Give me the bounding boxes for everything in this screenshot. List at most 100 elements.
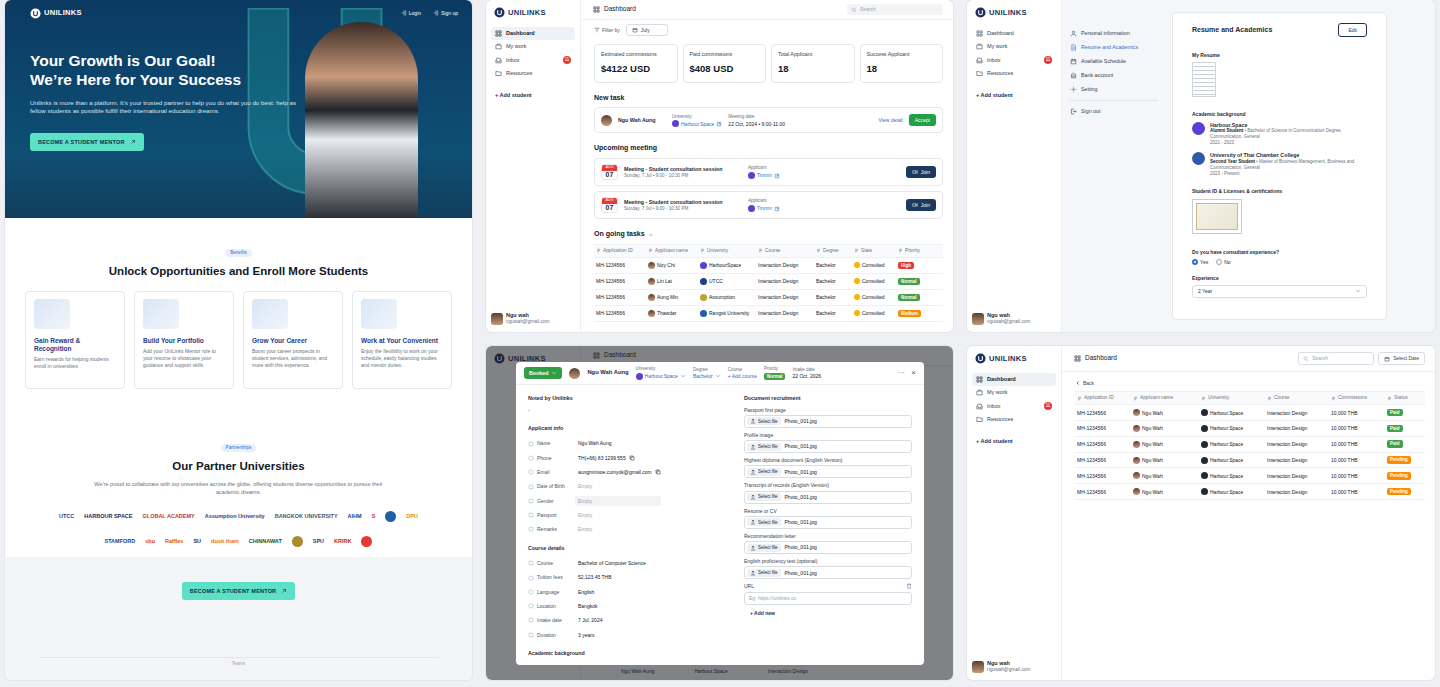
- settings-menu-item[interactable]: Resume and Academics: [1070, 41, 1158, 54]
- join-button[interactable]: Join: [906, 199, 936, 211]
- edit-button[interactable]: Edit: [1338, 23, 1367, 37]
- select-file-button[interactable]: Select file: [747, 493, 781, 501]
- logo[interactable]: UNILINKS: [30, 8, 82, 19]
- month-select[interactable]: July: [626, 24, 668, 36]
- table-row[interactable]: MH-1234566Ngu WahHarbour.SpaceInteractio…: [1075, 421, 1425, 437]
- add-student-button[interactable]: + Add student: [972, 92, 1056, 99]
- table-row[interactable]: MH-1234566Ngu WahHarbour.SpaceInteractio…: [1075, 468, 1425, 484]
- search-field[interactable]: Search: [1298, 352, 1374, 365]
- user-profile[interactable]: Ngu wahnguwah@gmail.com: [972, 660, 1056, 673]
- nav-link[interactable]: Login: [401, 10, 421, 16]
- section-heading[interactable]: On going tasks: [594, 230, 943, 239]
- info-value[interactable]: Ngu Wah Aung: [575, 438, 661, 448]
- url-input[interactable]: Eg: https://unilinks.co: [744, 592, 912, 605]
- select-file-button[interactable]: Select file: [747, 518, 781, 526]
- select-file-button[interactable]: Select file: [747, 417, 781, 425]
- info-value[interactable]: English: [575, 587, 661, 597]
- select-file-button[interactable]: Select file: [747, 569, 781, 577]
- copy-icon[interactable]: [655, 469, 661, 475]
- settings-menu-item[interactable]: Personal information: [1070, 27, 1158, 40]
- more-button[interactable]: ···: [897, 369, 904, 378]
- info-value[interactable]: Bachelor of Computer Science: [575, 558, 661, 568]
- back-button[interactable]: Back: [1075, 380, 1425, 386]
- sidebar-item[interactable]: My work: [972, 386, 1056, 399]
- sidebar-item[interactable]: Resources: [491, 67, 575, 80]
- file-input[interactable]: Select filePhoto_001.jpg: [744, 440, 912, 453]
- table-row[interactable]: MH-1234566Noy ChiHarbourSpaceInteraction…: [594, 258, 943, 274]
- logo[interactable]: UNILINKS: [972, 7, 1056, 18]
- file-input[interactable]: Select filePhoto_001.jpg: [744, 465, 912, 478]
- table-row[interactable]: MH-1234566Aung MinAssumptionInteraction …: [594, 290, 943, 306]
- info-value[interactable]: 52,123.45 THB: [575, 572, 661, 582]
- status-dropdown[interactable]: Booked: [524, 367, 562, 379]
- become-mentor-button[interactable]: BECOME A STUDENT MENTOR: [182, 582, 296, 600]
- file-input[interactable]: Select filePhoto_001.jpg: [744, 566, 912, 579]
- search-field[interactable]: Search: [847, 4, 943, 15]
- table-row[interactable]: MH-1234566Ngu WahHarbour.SpaceInteractio…: [1075, 405, 1425, 421]
- logo[interactable]: UNILINKS: [491, 7, 575, 18]
- sidebar-item[interactable]: Inbox11: [972, 399, 1056, 413]
- select-file-button[interactable]: Select file: [747, 443, 781, 451]
- radio-option[interactable]: Yes: [1192, 259, 1208, 265]
- file-input[interactable]: Select filePhoto_001.jpg: [744, 491, 912, 504]
- info-value[interactable]: aungminsoe.cumyok@gmail.com: [575, 467, 664, 477]
- sidebar-item[interactable]: Resources: [972, 413, 1056, 426]
- date-picker-button[interactable]: Select Date: [1378, 352, 1425, 364]
- select-file-button[interactable]: Select file: [747, 544, 781, 552]
- view-detail-link[interactable]: View detail: [879, 117, 903, 123]
- file-input[interactable]: Select filePhoto_001.jpg: [744, 516, 912, 529]
- sign-out-button[interactable]: Sign out: [1070, 105, 1158, 118]
- close-button[interactable]: ×: [911, 368, 916, 378]
- course-field[interactable]: Course+ Add course: [728, 367, 757, 380]
- user-profile[interactable]: Ngu wahnguwah@gmail.com: [972, 312, 1056, 325]
- nav-link[interactable]: Sign up: [433, 10, 458, 16]
- priority-field[interactable]: PriorityNormal: [764, 366, 786, 380]
- info-value[interactable]: 7 Jul, 2024: [575, 615, 661, 625]
- sidebar-item[interactable]: Dashboard: [972, 27, 1056, 40]
- info-value[interactable]: Bangkok: [575, 601, 661, 611]
- experience-select[interactable]: 2 Year: [1192, 285, 1367, 297]
- file-input[interactable]: Select filePhoto_001.jpg: [744, 415, 912, 428]
- applicant-link[interactable]: Tinnnn: [757, 172, 772, 178]
- degree-field[interactable]: DegreeBachelor: [693, 367, 721, 380]
- logo[interactable]: UNILINKS: [972, 353, 1056, 364]
- info-value[interactable]: TH(+66) 83 1299 555: [575, 453, 661, 463]
- sidebar-item[interactable]: Dashboard: [972, 373, 1056, 386]
- table-row[interactable]: MH-1234566Ngu WahHarbour.SpaceInteractio…: [1075, 453, 1425, 469]
- footer-link[interactable]: Teams: [232, 661, 245, 667]
- table-row[interactable]: MH-1234566Lin LatUTCCInteraction DesignB…: [594, 274, 943, 290]
- join-button[interactable]: Join: [906, 166, 936, 178]
- sidebar-item[interactable]: Dashboard: [491, 27, 575, 40]
- info-value[interactable]: Empty: [575, 481, 661, 491]
- copy-icon[interactable]: [629, 455, 635, 461]
- info-value[interactable]: Empty: [575, 510, 661, 520]
- resume-thumbnail[interactable]: [1192, 62, 1216, 97]
- sidebar-item[interactable]: Resources: [972, 67, 1056, 80]
- add-student-button[interactable]: + Add student: [972, 438, 1056, 445]
- settings-menu-item[interactable]: Available Schedule: [1070, 55, 1158, 68]
- sidebar-item[interactable]: My work: [491, 40, 575, 53]
- user-profile[interactable]: Ngu wahnguwah@gmail.com: [491, 312, 575, 325]
- file-input[interactable]: Select filePhoto_001.jpg: [744, 541, 912, 554]
- table-row[interactable]: MH-1234566Ngu WahHarbour.SpaceInteractio…: [1075, 437, 1425, 453]
- settings-menu-item[interactable]: Bank account: [1070, 69, 1158, 82]
- add-new-button[interactable]: + Add new: [744, 610, 912, 616]
- info-value[interactable]: 3 years: [575, 630, 661, 640]
- applicant-link[interactable]: Tinnnn: [757, 205, 772, 211]
- certificate-thumbnail[interactable]: [1192, 199, 1242, 234]
- add-student-button[interactable]: + Add student: [491, 92, 575, 99]
- sidebar-item[interactable]: Inbox11: [491, 53, 575, 67]
- trash-icon[interactable]: [906, 583, 912, 589]
- table-row[interactable]: MH-1234566ThawdarRangsit UniversityInter…: [594, 306, 943, 322]
- university-field[interactable]: UniversityHarbour.Space: [636, 366, 686, 380]
- accept-button[interactable]: Accept: [909, 114, 936, 126]
- sidebar-item[interactable]: My work: [972, 40, 1056, 53]
- select-file-button[interactable]: Select file: [747, 468, 781, 476]
- sidebar-item[interactable]: Inbox11: [972, 53, 1056, 67]
- university-link[interactable]: Harbour.Space: [681, 121, 714, 127]
- radio-option[interactable]: No: [1216, 259, 1230, 265]
- info-value[interactable]: Empty: [575, 524, 661, 534]
- info-value[interactable]: Empty: [575, 496, 661, 506]
- settings-menu-item[interactable]: Setting: [1070, 83, 1158, 96]
- table-row[interactable]: MH-1234566Ngu WahHarbour.SpaceInteractio…: [1075, 484, 1425, 500]
